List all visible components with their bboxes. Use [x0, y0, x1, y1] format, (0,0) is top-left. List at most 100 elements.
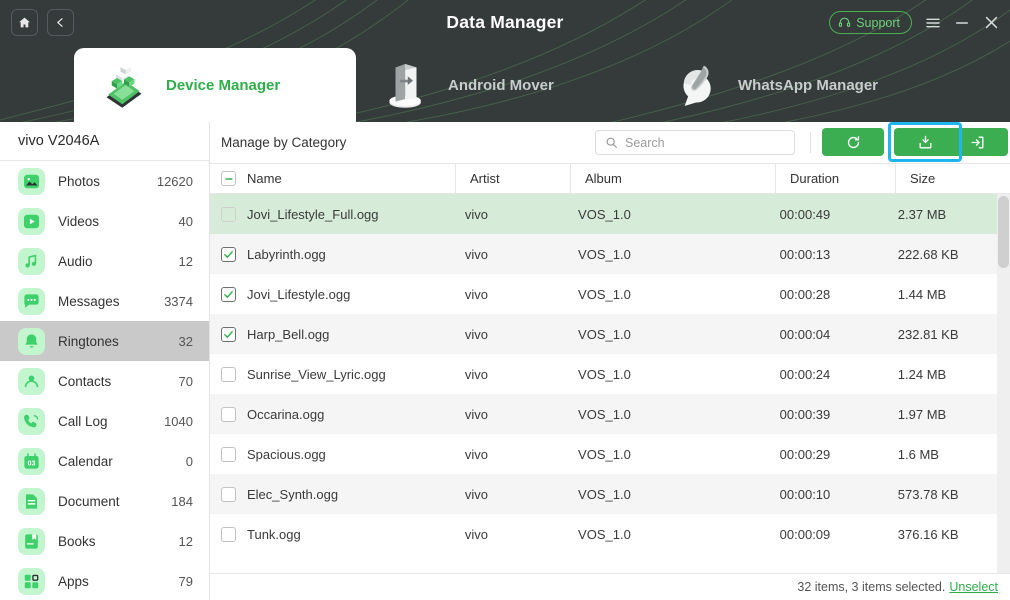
column-label: Duration: [790, 171, 840, 186]
tab-android-mover[interactable]: Android Mover: [378, 48, 554, 122]
select-all-checkbox[interactable]: [221, 171, 236, 186]
table-row[interactable]: Jovi_Lifestyle_Full.ogg vivo VOS_1.0 00:00:…: [210, 194, 997, 234]
row-checkbox[interactable]: [221, 246, 236, 262]
sidebar-item-apps[interactable]: Apps 79: [0, 561, 209, 600]
table-row[interactable]: Elec_Synth.ogg vivo VOS_1.0 00:00:10 573.78 …: [210, 474, 997, 514]
sidebar-item-ringtones[interactable]: Ringtones 32: [0, 321, 209, 361]
scrollbar-thumb[interactable]: [998, 196, 1009, 268]
column-header-name[interactable]: Name: [210, 163, 455, 194]
table-row[interactable]: Tunk.ogg vivo VOS_1.0 00:00:09 376.16 KB: [210, 514, 997, 554]
table-body: Jovi_Lifestyle_Full.ogg vivo VOS_1.0 00:00:…: [210, 194, 1010, 574]
close-icon: [985, 16, 998, 29]
sidebar-item-label: Audio: [58, 253, 93, 269]
tab-whatsapp-manager[interactable]: WhatsApp Manager: [668, 48, 878, 122]
cell-duration: 00:00:09: [779, 526, 831, 542]
cell-name: Sunrise_View_Lyric.ogg: [210, 354, 451, 394]
file-name: Labyrinth.ogg: [247, 246, 326, 262]
row-checkbox[interactable]: [221, 286, 236, 302]
cell-name: Jovi_Lifestyle.ogg: [210, 274, 451, 314]
column-label: Artist: [470, 171, 500, 186]
column-header-size[interactable]: Size: [895, 163, 1010, 194]
ringtones-icon: [18, 327, 45, 355]
folder-transfer-icon: [389, 64, 421, 108]
sidebar-item-count: 12620: [156, 173, 193, 189]
row-checkbox[interactable]: [221, 406, 236, 422]
cell-album: VOS_1.0: [578, 246, 631, 262]
cell-size: 1.6 MB: [897, 446, 939, 462]
photos-icon: [18, 167, 45, 195]
file-name: Sunrise_View_Lyric.ogg: [247, 366, 386, 382]
calendar-icon: 03: [18, 447, 45, 475]
tab-device-manager[interactable]: Device Manager: [74, 48, 356, 122]
cell-name: Tunk.ogg: [210, 514, 451, 554]
column-header-duration[interactable]: Duration: [775, 163, 895, 194]
sidebar-item-call-log[interactable]: Call Log 1040: [0, 401, 209, 441]
cell-name: Elec_Synth.ogg: [210, 474, 451, 514]
sidebar-item-photos[interactable]: Photos 12620: [0, 161, 209, 201]
cell-artist: vivo: [464, 486, 488, 502]
table-row[interactable]: Occarina.ogg vivo VOS_1.0 00:00:39 1.97 MB: [210, 394, 997, 434]
sidebar-item-books[interactable]: Books 12: [0, 521, 209, 561]
cell-album: VOS_1.0: [578, 286, 631, 302]
row-checkbox[interactable]: [221, 526, 236, 542]
menu-button[interactable]: [925, 15, 941, 31]
minimize-button[interactable]: [954, 15, 970, 31]
sidebar-item-label: Document: [58, 493, 120, 509]
cell-artist: vivo: [464, 446, 488, 462]
cell-artist: vivo: [464, 246, 488, 262]
content-area: Manage by Category Search Name Artist Al…: [210, 122, 1010, 600]
sidebar-item-contacts[interactable]: Contacts 70: [0, 361, 209, 401]
row-checkbox[interactable]: [221, 206, 236, 222]
cell-artist: vivo: [464, 366, 488, 382]
sidebar-item-count: 1040: [164, 413, 193, 429]
table-row[interactable]: Harp_Bell.ogg vivo VOS_1.0 00:00:04 232.81 K…: [210, 314, 997, 354]
support-button[interactable]: Support: [829, 11, 912, 34]
table-row[interactable]: Sunrise_View_Lyric.ogg vivo VOS_1.0 00:00:2…: [210, 354, 997, 394]
row-checkbox[interactable]: [221, 326, 236, 342]
check-icon: [224, 330, 233, 338]
document-icon: [18, 487, 45, 515]
cell-name: Occarina.ogg: [210, 394, 451, 434]
sidebar-item-document[interactable]: Document 184: [0, 481, 209, 521]
sidebar-item-label: Ringtones: [58, 333, 119, 349]
minimize-icon: [955, 21, 969, 24]
contacts-icon: [18, 367, 45, 395]
export-button-focus-ring: [888, 122, 962, 162]
cell-album: VOS_1.0: [578, 526, 631, 542]
search-input[interactable]: [625, 135, 775, 150]
cell-duration: 00:00:29: [779, 446, 831, 462]
column-label: Size: [910, 171, 936, 186]
close-button[interactable]: [983, 14, 1000, 31]
cell-album: VOS_1.0: [578, 366, 631, 382]
table-row[interactable]: Labyrinth.ogg vivo VOS_1.0 00:00:13 222.68 K…: [210, 234, 997, 274]
cell-album: VOS_1.0: [578, 406, 631, 422]
device-name: vivo V2046A: [0, 122, 209, 161]
table-row[interactable]: Spacious.ogg vivo VOS_1.0 00:00:29 1.6 MB: [210, 434, 997, 474]
file-name: Tunk.ogg: [247, 526, 301, 542]
row-checkbox[interactable]: [221, 366, 236, 382]
search-box[interactable]: [595, 130, 795, 155]
window-controls: Support: [829, 0, 1000, 45]
sidebar-item-audio[interactable]: Audio 12: [0, 241, 209, 281]
cell-size: 232.81 KB: [897, 326, 959, 342]
cell-duration: 00:00:04: [779, 326, 831, 342]
cell-size: 1.44 MB: [897, 286, 947, 302]
tab-label: WhatsApp Manager: [738, 76, 879, 94]
sidebar-item-calendar[interactable]: 03 Calendar 0: [0, 441, 209, 481]
sidebar-item-messages[interactable]: Messages 3374: [0, 281, 209, 321]
indeterminate-icon: [224, 177, 233, 180]
column-label: Album: [585, 171, 622, 186]
table-scrollbar[interactable]: [997, 194, 1010, 574]
cell-size: 573.78 KB: [897, 486, 959, 502]
column-header-artist[interactable]: Artist: [455, 163, 570, 194]
refresh-button[interactable]: [822, 128, 884, 156]
table-row[interactable]: Jovi_Lifestyle.ogg vivo VOS_1.0 00:00:28 1.4…: [210, 274, 997, 314]
cell-duration: 00:00:10: [779, 486, 831, 502]
toolbar-divider: [810, 132, 811, 153]
row-checkbox[interactable]: [221, 446, 236, 462]
sidebar-item-videos[interactable]: Videos 40: [0, 201, 209, 241]
unselect-link[interactable]: Unselect: [949, 580, 998, 594]
row-checkbox[interactable]: [221, 486, 236, 502]
column-header-album[interactable]: Album: [570, 163, 775, 194]
cell-artist: vivo: [464, 326, 488, 342]
